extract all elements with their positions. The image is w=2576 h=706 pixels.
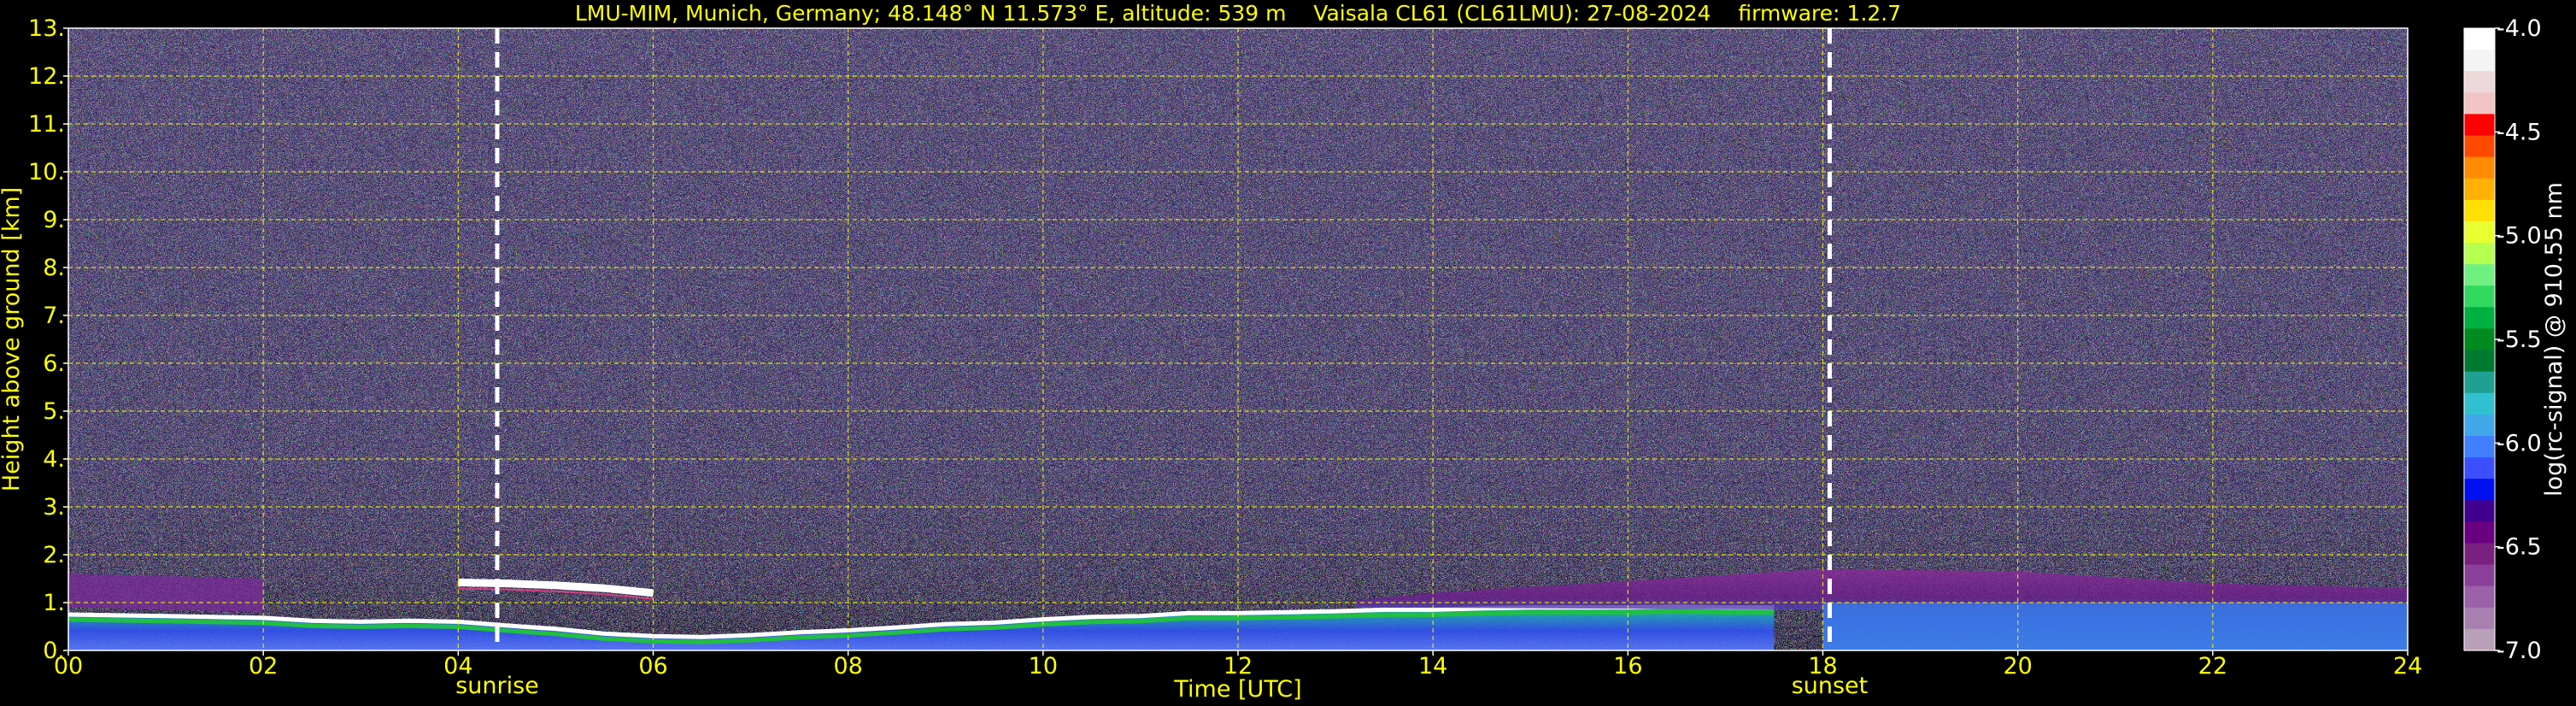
colorbar-tick-label: -5.0: [2497, 223, 2542, 250]
y-tick-label: 3.: [43, 494, 65, 521]
x-tick-label: 02: [249, 653, 278, 680]
sunset-label: sunset: [1792, 673, 1869, 699]
nocturnal-boundary-layer: [1822, 603, 2408, 650]
x-axis-label: Time [UTC]: [1173, 676, 1301, 703]
x-tick-label: 06: [638, 653, 667, 680]
x-tick-label: 22: [2198, 653, 2227, 680]
y-tick-label: 0.: [43, 638, 65, 664]
colorbar-swatch: [2464, 564, 2495, 587]
colorbar-label: log(rc-signal) @ 910.55 nm: [2541, 182, 2567, 497]
colorbar-swatch: [2464, 457, 2495, 479]
sunrise-label: sunrise: [455, 673, 539, 699]
colorbar-swatch: [2464, 350, 2495, 373]
y-tick-label: 9.: [43, 207, 65, 233]
y-tick-label: 13.: [28, 15, 65, 42]
colorbar-swatch: [2464, 221, 2495, 244]
colorbar-swatch: [2464, 264, 2495, 286]
x-tick-label: 16: [1613, 653, 1642, 680]
colorbar-tick-label: -6.0: [2497, 430, 2542, 456]
x-tick-label: 08: [833, 653, 862, 680]
colorbar-swatch: [2464, 607, 2495, 630]
colorbar-swatch: [2464, 92, 2495, 115]
colorbar-swatch: [2464, 285, 2495, 308]
x-tick-label: 20: [2003, 653, 2032, 680]
colorbar-swatch: [2464, 328, 2495, 351]
x-tick-label: 24: [2393, 653, 2422, 680]
colorbar-swatch: [2464, 156, 2495, 179]
y-tick-label: 8.: [43, 255, 65, 281]
colorbar-swatch: [2464, 371, 2495, 394]
colorbar-tick-label: -5.5: [2497, 327, 2542, 353]
colorbar-swatch: [2464, 135, 2495, 158]
colorbar-swatch: [2464, 50, 2495, 72]
colorbar-swatch: [2464, 28, 2495, 50]
y-axis-label: Height above ground [km]: [0, 187, 25, 491]
colorbar-swatch: [2464, 114, 2495, 137]
colorbar-swatch: [2464, 199, 2495, 222]
y-tick-label: 6.: [43, 350, 65, 377]
early-residual-layer: [68, 574, 264, 613]
x-tick-label: 14: [1418, 653, 1447, 680]
colorbar-swatch: [2464, 307, 2495, 330]
y-tick-label: 2.: [43, 542, 65, 568]
colorbar-swatch: [2464, 71, 2495, 93]
colorbar-swatch: [2464, 628, 2495, 651]
chart-title: LMU-MIM, Munich, Germany; 48.148° N 11.5…: [575, 1, 1901, 26]
y-tick-label: 5.: [43, 398, 65, 425]
x-tick-label: 10: [1029, 653, 1058, 680]
colorbar-swatch: [2464, 243, 2495, 265]
colorbar-swatch: [2464, 178, 2495, 201]
colorbar-swatch: [2464, 521, 2495, 544]
colorbar-swatch: [2464, 500, 2495, 522]
colorbar-swatch: [2464, 479, 2495, 501]
colorbar-swatch: [2464, 414, 2495, 437]
colorbar-swatch: [2464, 585, 2495, 609]
colorbar: -4.0 -4.5 -5.0 -5.5 -6.0 -6.5 -7.0: [2463, 15, 2542, 664]
colorbar-tick-label: -4.5: [2497, 119, 2542, 145]
y-tick-label: 1.: [43, 590, 65, 616]
y-tick-label: 11.: [28, 111, 65, 138]
colorbar-swatch: [2464, 543, 2495, 566]
colorbar-swatch: [2464, 392, 2495, 415]
colorbar-swatch: [2464, 435, 2495, 458]
y-tick-label: 12.: [28, 63, 65, 90]
colorbar-tick-label: -7.0: [2497, 638, 2542, 664]
colorbar-tick-label: -6.5: [2497, 534, 2542, 561]
y-tick-label: 4.: [43, 446, 65, 473]
ceilometer-figure: LMU-MIM, Munich, Germany; 48.148° N 11.5…: [0, 1, 2567, 703]
colorbar-tick-label: -4.0: [2497, 15, 2542, 42]
y-tick-label: 7.: [43, 303, 65, 329]
y-tick-label: 10.: [28, 159, 65, 185]
